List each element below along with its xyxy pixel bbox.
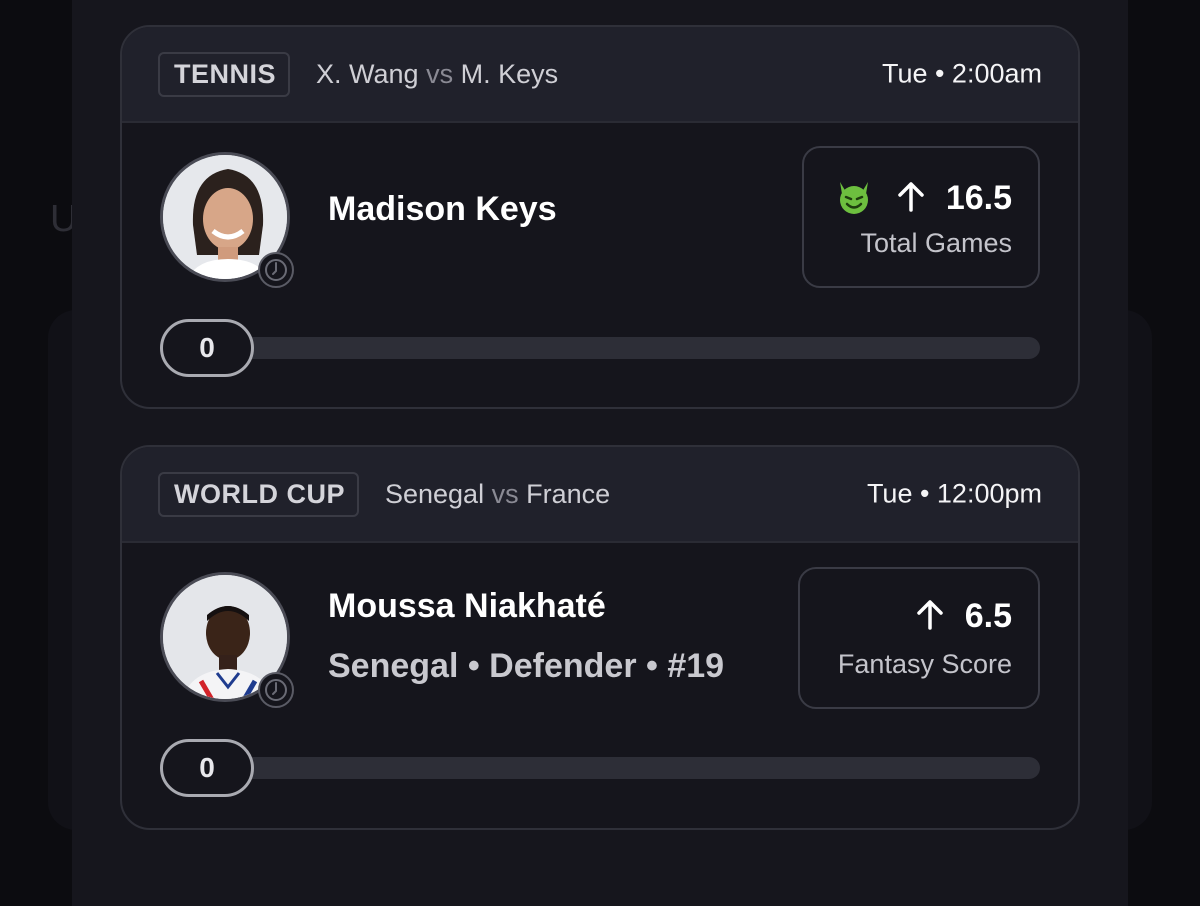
vs-label: vs [426, 58, 454, 89]
player-name: Moussa Niakhaté [328, 587, 606, 625]
matchup: X. Wang vs M. Keys [316, 59, 558, 90]
team-b: M. Keys [460, 58, 559, 89]
progress-track [162, 757, 1040, 779]
game-time: Tue • 2:00am [881, 58, 1042, 89]
team-a: X. Wang [316, 58, 419, 89]
projection-line: 6.5 [915, 597, 1012, 636]
pick-card-tennis[interactable]: TENNIS X. Wang vs M. Keys Tue • 2:00am M… [120, 25, 1080, 409]
projection-line: 16.5 [834, 176, 1012, 221]
stat-label: Fantasy Score [837, 649, 1012, 679]
sport-tag: TENNIS [158, 51, 291, 97]
arrow-up-icon [915, 598, 945, 635]
clock-icon [258, 672, 294, 708]
player-avatar-wrap[interactable] [160, 152, 294, 288]
arrow-up-icon [896, 180, 926, 217]
card-header: WORLD CUP Senegal vs France Tue • 12:00p… [122, 447, 1078, 543]
clock-icon [258, 252, 294, 288]
matchup: Senegal vs France [385, 479, 610, 510]
player-avatar-wrap[interactable] [160, 572, 294, 708]
line-value: 6.5 [964, 597, 1012, 635]
demon-emoji-icon [834, 176, 874, 221]
vs-label: vs [491, 478, 519, 509]
sport-tag: WORLD CUP [158, 471, 359, 517]
card-header: TENNIS X. Wang vs M. Keys Tue • 2:00am [122, 27, 1078, 123]
progress-value: 0 [160, 739, 254, 797]
game-time: Tue • 12:00pm [866, 478, 1042, 509]
pick-card-world-cup[interactable]: WORLD CUP Senegal vs France Tue • 12:00p… [120, 445, 1080, 830]
line-value: 16.5 [945, 179, 1012, 217]
projection-box[interactable]: 16.5 Total Games [802, 146, 1040, 288]
player-details: Senegal • Defender • #19 [328, 647, 725, 685]
projection-box[interactable]: 6.5 Fantasy Score [798, 567, 1040, 709]
stat-label: Total Games [860, 228, 1012, 258]
progress-value: 0 [160, 319, 254, 377]
team-a: Senegal [384, 478, 485, 509]
progress-track [162, 337, 1040, 359]
player-name: Madison Keys [328, 190, 557, 228]
team-b: France [526, 478, 611, 509]
